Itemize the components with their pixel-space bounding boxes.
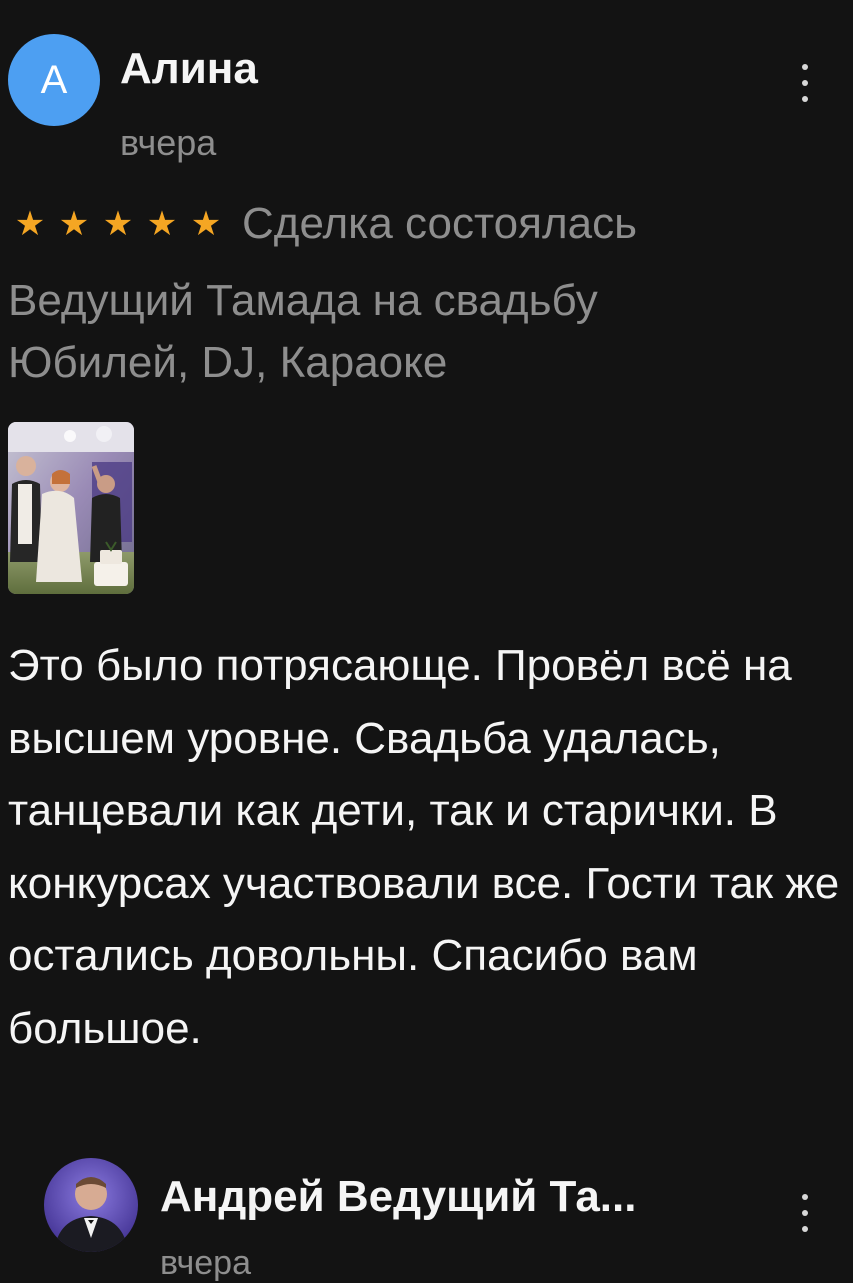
reply-header: Андрей Ведущий Та... вчера [44, 1158, 845, 1282]
service-title[interactable]: Ведущий Тамада на свадьбу Юбилей, DJ, Ка… [8, 270, 788, 394]
star-icon: ★ [58, 205, 90, 243]
star-icon: ★ [102, 205, 134, 243]
star-icon: ★ [190, 205, 222, 243]
avatar[interactable] [44, 1158, 138, 1252]
reply-author-name[interactable]: Андрей Ведущий Та... [160, 1172, 636, 1222]
reply-date: вчера [160, 1244, 251, 1282]
star-icon: ★ [146, 205, 178, 243]
review-date: вчера [120, 122, 217, 163]
review-photo-thumbnail[interactable] [8, 422, 134, 594]
author-name[interactable]: Алина [120, 44, 258, 94]
deal-status: Сделка состоялась [242, 199, 638, 248]
star-rating: ★ ★ ★ ★ ★ [8, 204, 228, 244]
review-header: А Алина вчера [8, 34, 845, 174]
review-text: Это было потрясающе. Провёл всё на высше… [8, 641, 840, 1053]
avatar[interactable]: А [8, 34, 100, 126]
rating-row: ★ ★ ★ ★ ★ Сделка состоялась [8, 194, 637, 254]
more-vertical-icon[interactable] [795, 58, 815, 108]
more-vertical-icon[interactable] [795, 1188, 815, 1238]
star-icon: ★ [14, 205, 46, 243]
